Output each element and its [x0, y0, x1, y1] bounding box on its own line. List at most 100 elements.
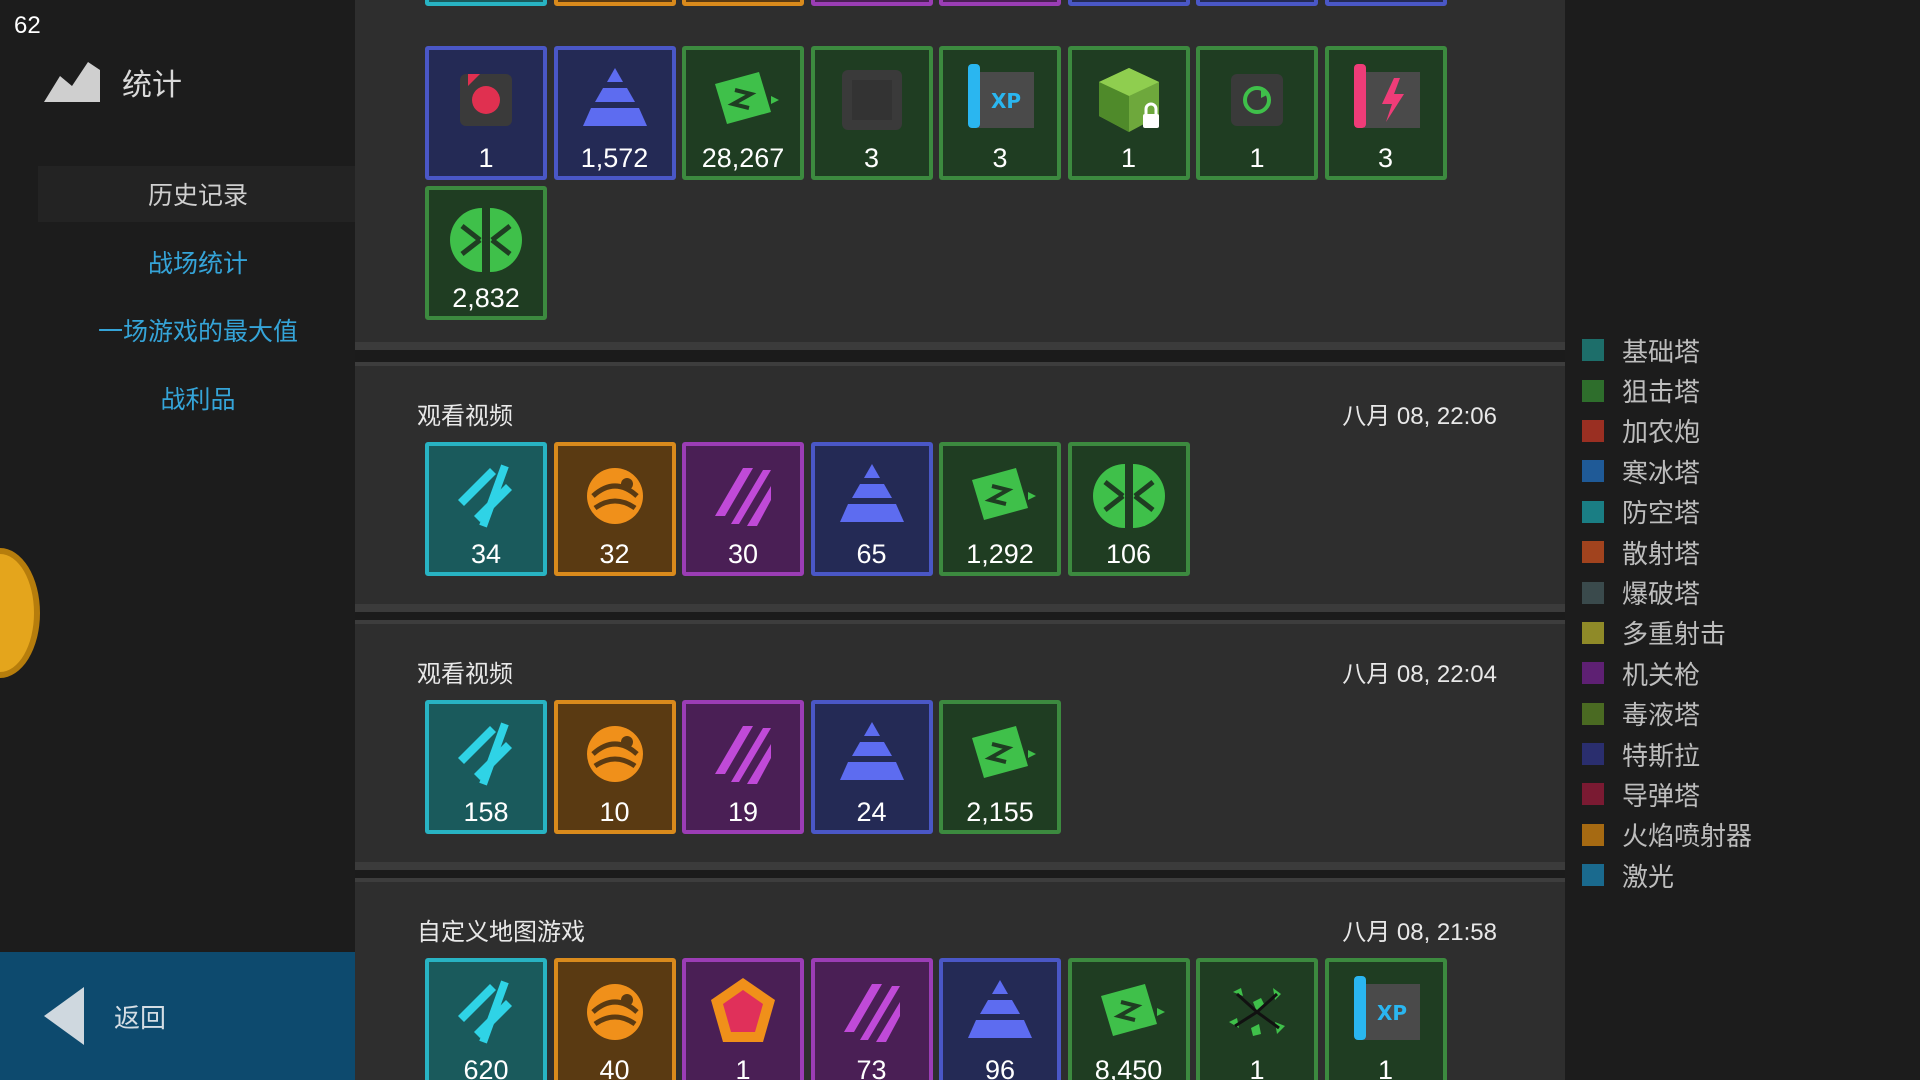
nav-single-game-max[interactable]: 一场游戏的最大值 — [38, 302, 358, 358]
cyan-sword-icon — [446, 456, 526, 536]
reward-tile: 3 — [810, 46, 933, 180]
reward-count: 620 — [463, 1055, 509, 1080]
legend-item: 加农炮 — [1582, 411, 1752, 451]
reward-tile: 620 — [425, 958, 547, 1080]
reward-count: 3 — [992, 143, 1008, 173]
green-tower-icon — [446, 200, 526, 280]
blue-pyramid-icon — [960, 972, 1040, 1052]
entry-title: 自定义地图游戏 — [417, 919, 585, 946]
legend-label: 特斯拉 — [1622, 740, 1701, 771]
reward-count: 96 — [984, 1055, 1016, 1080]
reward-tile: 1 — [810, 0, 933, 6]
legend-swatch — [1582, 339, 1604, 362]
green-shards-icon — [1217, 972, 1297, 1052]
history-list[interactable]: 84111,234170411111,57228,2673XP31132,832… — [355, 0, 1565, 1080]
reward-tile: 158 — [425, 700, 547, 834]
nav-loot[interactable]: 战利品 — [38, 370, 358, 426]
reward-count: 40 — [599, 1055, 630, 1080]
green-paper-icon — [960, 714, 1040, 794]
back-button[interactable]: 返回 — [0, 952, 358, 1080]
history-entry: 自定义地图游戏 八月 08, 21:58 620 40 1 73 96 8,450 1 XP 1 — [355, 878, 1565, 1080]
reward-count: 24 — [856, 797, 887, 827]
reward-count: 3 — [1377, 143, 1394, 173]
reward-tile: 28,267 — [682, 46, 804, 180]
legend-swatch — [1582, 621, 1604, 644]
gem-chip-icon — [446, 60, 526, 140]
reward-count: 1 — [478, 143, 494, 173]
sidebar-header: 统计 — [44, 60, 182, 104]
entry-title: 观看视频 — [417, 403, 513, 430]
reward-count: 3 — [863, 143, 880, 173]
nav-battlefield-stats[interactable]: 战场统计 — [38, 234, 358, 290]
reward-tile: 1 — [425, 46, 547, 180]
reward-count: 2,155 — [966, 797, 1034, 827]
reward-tile: 73 — [810, 958, 933, 1080]
reward-tile: 1,292 — [939, 442, 1061, 576]
back-label: 返回 — [114, 1002, 167, 1033]
reward-tile: XP 3 — [939, 46, 1061, 180]
reward-count: 32 — [599, 539, 630, 569]
legend-item: 导弹塔 — [1582, 774, 1752, 814]
sidebar-title: 统计 — [122, 69, 182, 102]
reward-tile: 1 — [1324, 0, 1447, 6]
purple-stripes-icon — [832, 972, 912, 1052]
empty-slot-icon — [832, 60, 912, 140]
orange-emblem-icon — [575, 972, 655, 1052]
reward-tile: 2,155 — [939, 700, 1061, 834]
reward-tile: 34 — [425, 442, 547, 576]
reward-tile: 106 — [1067, 442, 1190, 576]
reward-tile: 1 — [1196, 0, 1318, 6]
history-entry: 观看视频 八月 08, 22:06 34 32 30 65 1,292 106 — [355, 362, 1565, 612]
legend-item: 基础塔 — [1582, 330, 1752, 370]
reward-count: 1 — [1249, 1055, 1265, 1080]
nav-history[interactable]: 历史记录 — [38, 166, 358, 222]
reward-tile: 10 — [553, 700, 676, 834]
reward-count: 28,267 — [701, 143, 785, 173]
legend-swatch — [1582, 379, 1604, 402]
legend-item: 火焰喷射器 — [1582, 815, 1752, 855]
reward-tile: 32 — [553, 442, 676, 576]
green-tower-icon — [1089, 456, 1169, 536]
reward-tile: 30 — [682, 442, 804, 576]
reward-tile: 704 — [939, 0, 1061, 6]
legend-label: 防空塔 — [1622, 498, 1701, 529]
legend-swatch — [1582, 662, 1604, 685]
reward-count: 1 — [1249, 143, 1265, 173]
legend: 基础塔 狙击塔 加农炮 寒冰塔 防空塔 散射塔 爆破塔 多重射击 机关枪 毒液塔 特斯拉 导弹塔 火焰喷… — [1582, 330, 1752, 895]
legend-item: 机关枪 — [1582, 653, 1752, 693]
history-entry: 84111,234170411111,57228,2673XP31132,832 — [355, 0, 1565, 350]
locked-cube-icon — [1089, 60, 1169, 140]
legend-item: 多重射击 — [1582, 613, 1752, 653]
pink-scroll-icon — [1346, 60, 1426, 140]
green-paper-icon — [960, 456, 1040, 536]
legend-label: 狙击塔 — [1622, 377, 1701, 408]
legend-swatch — [1582, 419, 1604, 442]
legend-label: 寒冰塔 — [1622, 457, 1701, 488]
reward-tile: 1,572 — [553, 46, 676, 180]
svg-text:XP: XP — [1376, 1001, 1406, 1025]
legend-label: 散射塔 — [1622, 538, 1701, 569]
reward-count: 65 — [856, 539, 887, 569]
reward-count: 1,292 — [966, 539, 1034, 569]
reward-count: 30 — [727, 539, 759, 569]
legend-label: 导弹塔 — [1622, 780, 1701, 811]
fps-counter: 62 — [14, 12, 41, 39]
legend-label: 多重射击 — [1622, 619, 1727, 650]
reward-count: 1 — [735, 1055, 751, 1080]
reward-tile: 40 — [553, 958, 676, 1080]
legend-label: 基础塔 — [1622, 336, 1701, 367]
chart-icon — [44, 62, 100, 102]
cyan-sword-icon — [446, 972, 526, 1052]
reward-tile: 1 — [553, 0, 676, 6]
purple-stripes-icon — [703, 714, 783, 794]
back-arrow-icon — [44, 987, 84, 1045]
reward-count: 1,572 — [580, 143, 649, 173]
history-entry: 观看视频 八月 08, 22:04 158 10 19 24 2,155 — [355, 620, 1565, 870]
legend-swatch — [1582, 702, 1604, 725]
reward-tile: 1 — [682, 958, 804, 1080]
reward-tile: 1 — [1196, 46, 1318, 180]
pentagon-emblem-icon — [703, 972, 783, 1052]
reward-tile: 1 — [1067, 46, 1190, 180]
xp-scroll-icon: XP — [1346, 972, 1426, 1052]
legend-swatch — [1582, 823, 1604, 846]
